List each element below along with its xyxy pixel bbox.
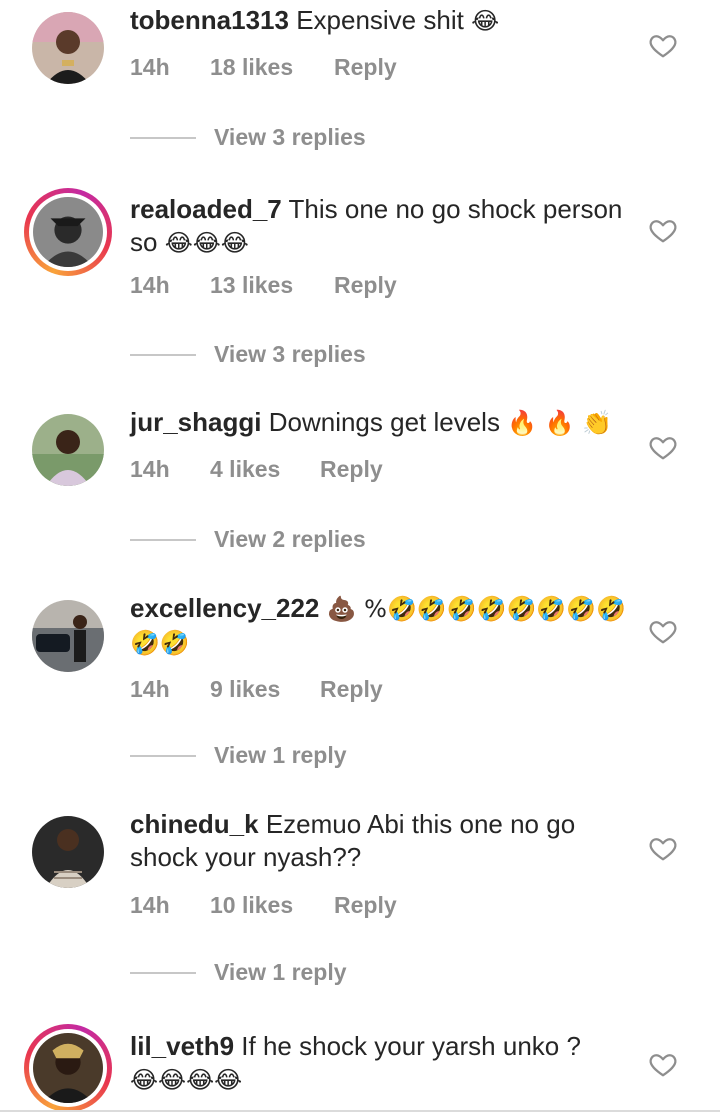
reply-button[interactable]: Reply [334, 272, 397, 299]
view-replies-label: View 3 replies [214, 124, 366, 150]
reply-button[interactable]: Reply [334, 54, 397, 81]
comment-item: jur_shaggi Downings get levels 🔥 🔥 👏 14h… [0, 402, 720, 619]
comment-item: realoaded_7 This one no go shock person … [0, 184, 720, 401]
view-replies-label: View 1 reply [214, 742, 347, 768]
comment-meta: 14h 9 likes Reply [130, 676, 383, 703]
heart-outline-icon[interactable] [648, 616, 678, 646]
comment-text: lil_veth9 If he shock your yarsh unko ? … [130, 1030, 630, 1097]
avatar[interactable] [32, 816, 104, 888]
story-ring [29, 193, 107, 271]
replies-divider [130, 754, 196, 757]
avatar-image [32, 600, 104, 672]
comment-item: chinedu_k Ezemuo Abi this one no go shoc… [0, 804, 720, 1021]
heart-outline-icon[interactable] [648, 432, 678, 462]
avatar-image [32, 816, 104, 888]
comment-item: excellency_222 💩 %🤣🤣🤣🤣🤣🤣🤣🤣🤣🤣 14h 9 likes… [0, 588, 720, 805]
avatar-image [32, 414, 104, 486]
comment-text: chinedu_k Ezemuo Abi this one no go shoc… [130, 808, 630, 874]
comment-username[interactable]: tobenna1313 [130, 5, 289, 35]
comment-meta: 14h 18 likes Reply [130, 54, 397, 81]
replies-divider [130, 353, 196, 356]
heart-outline-icon[interactable] [648, 1049, 678, 1079]
avatar-image [32, 12, 104, 84]
view-replies-label: View 2 replies [214, 526, 366, 552]
avatar[interactable] [24, 1024, 112, 1112]
heart-outline-icon[interactable] [648, 833, 678, 863]
comment-text: realoaded_7 This one no go shock person … [130, 193, 630, 260]
comment-meta: 14h 10 likes Reply [130, 892, 397, 919]
comment-body: If he shock your yarsh unko ? [241, 1031, 581, 1061]
view-replies-button[interactable]: View 2 replies [130, 526, 366, 553]
replies-divider [130, 971, 196, 974]
avatar[interactable] [24, 188, 112, 276]
heart-outline-icon[interactable] [648, 30, 678, 60]
comment-meta: 14h 4 likes Reply [130, 456, 383, 483]
replies-divider [130, 136, 196, 139]
comment-meta: 14h 13 likes Reply [130, 272, 397, 299]
comment-item: lil_veth9 If he shock your yarsh unko ? … [0, 1021, 720, 1112]
replies-divider [130, 538, 196, 541]
comment-text: excellency_222 💩 %🤣🤣🤣🤣🤣🤣🤣🤣🤣🤣 [130, 592, 630, 660]
comment-username[interactable]: jur_shaggi [130, 407, 261, 437]
view-replies-label: View 3 replies [214, 341, 366, 367]
comment-username[interactable]: excellency_222 [130, 593, 319, 623]
view-replies-button[interactable]: View 1 reply [130, 742, 347, 769]
comment-time: 14h [130, 456, 170, 482]
avatar[interactable] [32, 600, 104, 672]
reply-button[interactable]: Reply [320, 676, 383, 703]
comment-username[interactable]: realoaded_7 [130, 194, 282, 224]
comment-time: 14h [130, 676, 170, 702]
heart-outline-icon[interactable] [648, 215, 678, 245]
reply-button[interactable]: Reply [320, 456, 383, 483]
view-replies-label: View 1 reply [214, 959, 347, 985]
comment-time: 14h [130, 272, 170, 298]
comment-emoji: 🔥 🔥 👏 [507, 409, 613, 437]
comment-likes[interactable]: 4 likes [210, 456, 320, 483]
comment-time: 14h [130, 54, 170, 80]
comment-time: 14h [130, 892, 170, 918]
comment-likes[interactable]: 9 likes [210, 676, 320, 703]
comment-emoji: 😂 [471, 7, 500, 35]
avatar[interactable] [32, 12, 104, 84]
comment-username[interactable]: chinedu_k [130, 809, 259, 839]
comment-text: tobenna1313 Expensive shit 😂 [130, 4, 630, 38]
comment-body: Downings get levels [268, 407, 500, 437]
reply-button[interactable]: Reply [334, 892, 397, 919]
comment-text: jur_shaggi Downings get levels 🔥 🔥 👏 [130, 406, 630, 440]
comments-list: tobenna1313 Expensive shit 😂 14h 18 like… [0, 0, 720, 1112]
avatar-image [33, 197, 103, 267]
view-replies-button[interactable]: View 3 replies [130, 341, 366, 368]
avatar[interactable] [32, 414, 104, 486]
story-ring [29, 1029, 107, 1107]
comment-emoji: 😂😂😂😂 [130, 1066, 243, 1094]
comment-likes[interactable]: 18 likes [210, 54, 334, 81]
view-replies-button[interactable]: View 1 reply [130, 959, 347, 986]
comment-likes[interactable]: 13 likes [210, 272, 334, 299]
comment-likes[interactable]: 10 likes [210, 892, 334, 919]
view-replies-button[interactable]: View 3 replies [130, 124, 366, 151]
comment-body: Expensive shit [296, 5, 464, 35]
avatar-image [33, 1033, 103, 1103]
comment-emoji: 😂😂😂 [164, 229, 249, 257]
comment-username[interactable]: lil_veth9 [130, 1031, 234, 1061]
